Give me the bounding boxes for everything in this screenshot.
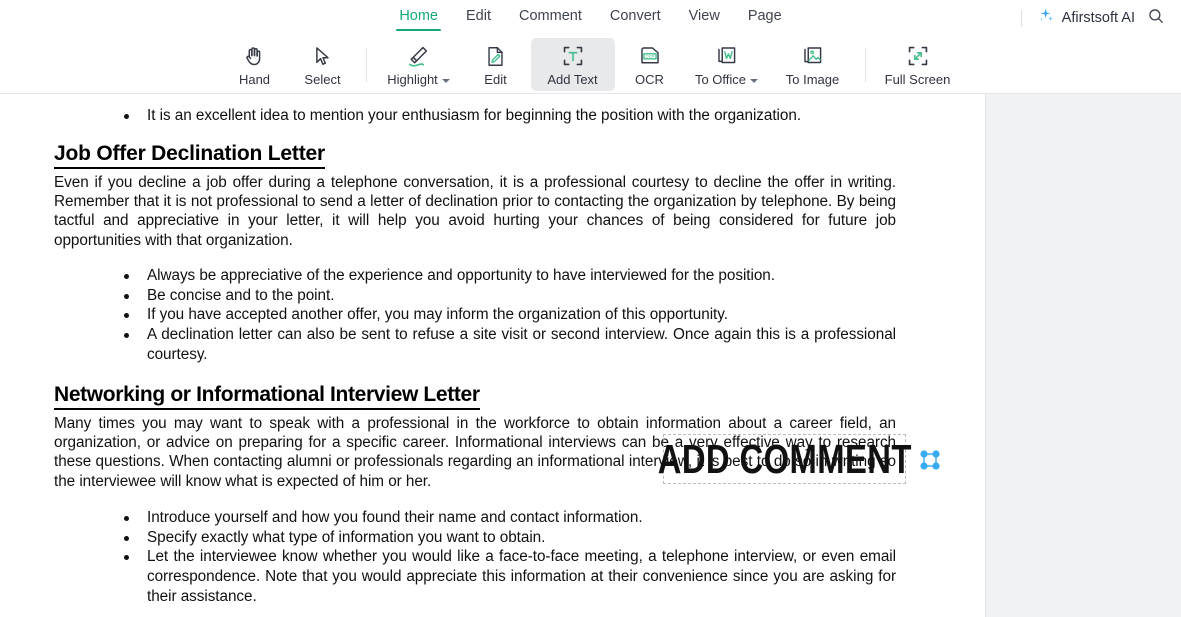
full-screen-icon [905,42,931,70]
tool-hand[interactable]: Hand [222,38,288,91]
add-text-icon [560,42,586,70]
tool-select[interactable]: Select [290,38,356,91]
document-canvas[interactable]: It is an excellent idea to mention your … [0,94,1181,617]
to-office-icon [714,42,740,70]
tool-to-image-label: To Image [785,72,840,87]
chevron-down-icon[interactable] [441,78,450,83]
ocr-icon: OCR [637,42,663,70]
tool-hand-label: Hand [238,72,271,87]
page-title: Job Offer Declination Letter [54,142,325,169]
list-item: It is an excellent idea to mention your … [54,106,896,126]
section-2-bullet-list: Introduce yourself and how you found the… [54,508,896,607]
tool-add-text[interactable]: Add Text [530,38,615,91]
tab-page-label: Page [747,8,782,24]
tab-list: Home Edit Comment Convert View Page [385,3,795,33]
tab-convert[interactable]: Convert [596,3,675,33]
header-divider [1020,9,1022,27]
menu-tab-bar: Home Edit Comment Convert View Page Afir… [0,0,1181,36]
toolbar-divider-1 [365,47,367,82]
tool-to-office-label: To Office [695,72,759,87]
chevron-down-icon[interactable] [750,78,759,83]
afirstsoft-ai-button[interactable]: Afirstsoft AI [1036,6,1135,30]
afirstsoft-ai-label: Afirstsoft AI [1061,10,1135,26]
list-item: If you have accepted another offer, you … [54,305,896,325]
sparkle-icon [1036,6,1055,30]
resize-handle-icon[interactable] [916,446,944,474]
list-item: Always be appreciative of the experience… [54,266,896,286]
tab-convert-label: Convert [609,8,661,24]
list-item: A declination letter can also be sent to… [54,325,896,364]
tool-highlight[interactable]: Highlight [377,38,461,91]
hand-icon [242,42,267,70]
tool-edit[interactable]: Edit [463,38,529,91]
tool-to-image[interactable]: To Image [771,38,855,91]
tool-add-text-label: Add Text [547,72,598,87]
list-item: Specify exactly what type of information… [54,528,896,548]
section-1-paragraph: Even if you decline a job offer during a… [54,174,896,249]
tab-comment[interactable]: Comment [505,3,596,33]
tool-full-screen-label: Full Screen [884,72,951,87]
section-1-heading-wrap: Job Offer Declination Letter [54,142,896,169]
section-2-heading: Networking or Informational Interview Le… [54,383,480,410]
tool-highlight-label: Highlight [387,72,450,87]
tab-page[interactable]: Page [734,3,796,33]
search-button[interactable] [1145,7,1167,29]
section-job-offer: Job Offer Declination Letter Even if you… [54,142,896,364]
tool-full-screen[interactable]: Full Screen [876,38,960,91]
tab-view-label: View [688,8,720,24]
highlighter-icon [405,42,432,70]
search-icon [1147,7,1165,30]
tab-edit[interactable]: Edit [452,3,505,33]
list-item: Let the interviewee know whether you wou… [54,547,896,606]
section-networking: Networking or Informational Interview Le… [54,383,896,606]
list-item: Introduce yourself and how you found the… [54,508,896,528]
toolbar-divider-2 [864,47,866,82]
tool-ocr-label: OCR [635,72,664,87]
tool-ocr[interactable]: OCR OCR [617,38,683,91]
pdf-page[interactable]: It is an excellent idea to mention your … [0,94,986,617]
tab-home[interactable]: Home [385,3,452,33]
section-2-heading-wrap: Networking or Informational Interview Le… [54,383,896,410]
section-1-bullet-list: Always be appreciative of the experience… [54,266,896,365]
tab-comment-label: Comment [519,8,582,24]
to-image-icon [800,42,826,70]
tool-select-label: Select [304,72,341,87]
tab-edit-label: Edit [466,8,491,24]
application-window: Home Edit Comment Convert View Page Afir… [0,0,1181,617]
ribbon-toolbar: Hand Select Highlight Edit Add Text OCR … [0,36,1181,94]
top-bullet-row: It is an excellent idea to mention your … [54,106,896,126]
tool-edit-label: Edit [484,72,507,87]
cursor-arrow-icon [310,42,335,70]
svg-text:OCR: OCR [645,54,654,59]
header-actions: Afirstsoft AI [1020,0,1167,36]
top-bullet-list: It is an excellent idea to mention your … [54,106,896,126]
add-text-annotation-text[interactable]: ADD COMMENT [657,438,911,480]
add-text-annotation[interactable]: ADD COMMENT [657,434,911,484]
tab-view[interactable]: View [675,3,734,33]
tab-home-label: Home [399,8,438,24]
list-item: Be concise and to the point. [54,286,896,306]
tool-to-office[interactable]: To Office [685,38,769,91]
edit-document-icon [483,42,508,70]
